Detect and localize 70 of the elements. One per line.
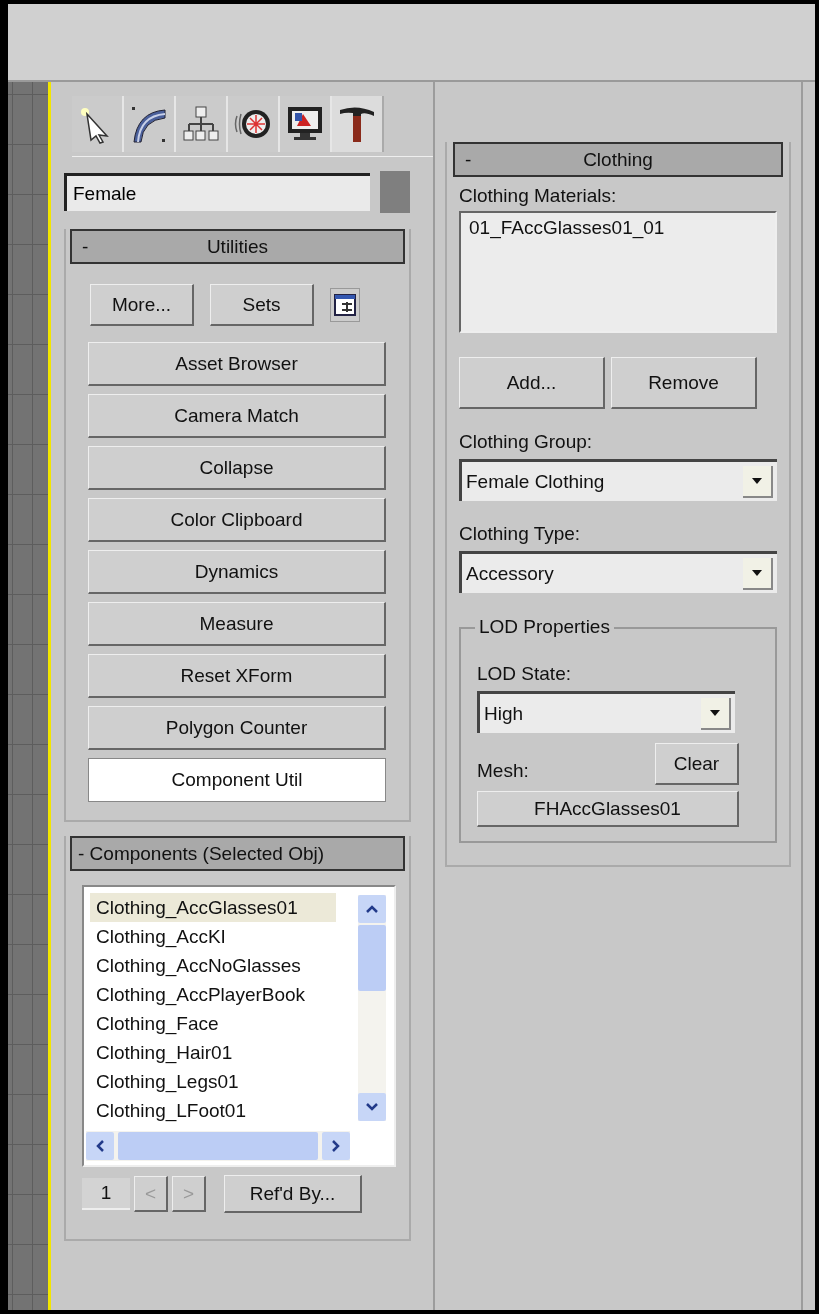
hammer-icon — [337, 104, 377, 144]
caret-icon — [751, 476, 763, 485]
list-item[interactable]: 01_FAccGlasses01_01 — [469, 217, 767, 239]
collapse-toggle[interactable]: - — [72, 235, 102, 258]
list-item[interactable]: Clothing_AccNoGlasses — [90, 951, 336, 980]
chevron-right-icon — [331, 1139, 341, 1153]
dropdown[interactable]: High — [477, 691, 735, 733]
scroll-thumb[interactable] — [118, 1132, 318, 1160]
dropdown[interactable]: Female Clothing — [459, 459, 777, 501]
field-label: Clothing Group: — [459, 431, 594, 453]
rollout-title: Clothing — [582, 148, 654, 171]
list-item[interactable]: Clothing_Legs01 — [90, 1067, 336, 1096]
list-item[interactable]: Clothing_Hair01 — [90, 1038, 336, 1067]
utility-button[interactable]: Component Util — [88, 758, 386, 802]
scroll-thumb[interactable] — [358, 925, 386, 991]
utility-button[interactable]: Reset XForm — [88, 654, 386, 698]
list-item[interactable]: Clothing_AccPlayerBook — [90, 980, 336, 1009]
scroll-left-button[interactable] — [86, 1132, 114, 1160]
component-list[interactable]: Clothing_AccGlasses01 Clothing_AccKI Clothing_AccNoGlasses Clothing_AccPlayerBook Clothing_Face Clothing_Hair01 Clothing_Legs01 Clothing_LFoot01 — [82, 885, 396, 1167]
list-item[interactable]: Clothing_AccGlasses01 — [90, 893, 336, 922]
field-label: Mesh: — [477, 760, 529, 782]
color-swatch[interactable] — [380, 171, 410, 213]
rollout-title: Utilities — [205, 235, 270, 258]
utility-button[interactable]: Dynamics — [88, 550, 386, 594]
scroll-down-button[interactable] — [358, 1093, 386, 1121]
utility-button[interactable]: Camera Match — [88, 394, 386, 438]
utility-button[interactable]: Polygon Counter — [88, 706, 386, 750]
utility-button[interactable]: Sets — [210, 284, 314, 326]
panel-tab[interactable] — [332, 96, 384, 152]
rollout-title: - Components (Selected Obj) — [77, 842, 325, 865]
utility-button[interactable]: Collapse — [88, 446, 386, 490]
utility-button[interactable]: Asset Browser — [88, 342, 386, 386]
caret-icon — [751, 568, 763, 577]
field-label: LOD State: — [477, 663, 572, 685]
rollout-header[interactable]: - Clothing — [453, 142, 783, 177]
list-item[interactable]: Clothing_LFoot01 — [90, 1096, 336, 1125]
rollout-header[interactable]: - Utilities — [70, 229, 405, 264]
mesh-button[interactable]: FHAccGlasses01 — [477, 791, 739, 827]
chevron-left-icon — [95, 1139, 105, 1153]
rollout-header[interactable]: - Components (Selected Obj) — [70, 836, 405, 871]
name-field[interactable]: Female — [64, 173, 370, 211]
collapse-toggle[interactable]: - — [455, 148, 485, 171]
page-number: 1 — [82, 1178, 130, 1210]
chevron-down-icon — [365, 1102, 379, 1112]
clear-button[interactable]: Clear — [655, 743, 739, 785]
material-button[interactable]: Remove — [611, 357, 757, 409]
horizontal-scrollbar[interactable] — [86, 1131, 350, 1161]
materials-list[interactable]: 01_FAccGlasses01_01 — [459, 211, 777, 333]
curve-icon — [129, 104, 169, 144]
field-label: Clothing Materials: — [459, 185, 618, 207]
dropdown-value: Female Clothing — [465, 470, 606, 493]
utility-button[interactable]: Measure — [88, 602, 386, 646]
utility-button[interactable]: Color Clipboard — [88, 498, 386, 542]
dropdown-value: Accessory — [465, 562, 555, 585]
scroll-right-button[interactable] — [322, 1132, 350, 1160]
chevron-up-icon — [365, 904, 379, 914]
field-label: Clothing Type: — [459, 523, 582, 545]
scroll-up-button[interactable] — [358, 895, 386, 923]
caret-icon — [709, 708, 721, 717]
material-button[interactable]: Add... — [459, 357, 605, 409]
dropdown-value: High — [483, 702, 525, 725]
window-icon — [333, 293, 357, 317]
list-item[interactable]: Clothing_AccKI — [90, 922, 336, 951]
vertical-scrollbar[interactable] — [358, 895, 386, 1121]
configure-button[interactable] — [330, 288, 360, 322]
list-item[interactable]: Clothing_Face — [90, 1009, 336, 1038]
utility-button[interactable]: More... — [90, 284, 194, 326]
dropdown[interactable]: Accessory — [459, 551, 777, 593]
refd-by-button[interactable]: Ref'd By... — [224, 1175, 362, 1213]
hierarchy-icon — [181, 104, 221, 144]
